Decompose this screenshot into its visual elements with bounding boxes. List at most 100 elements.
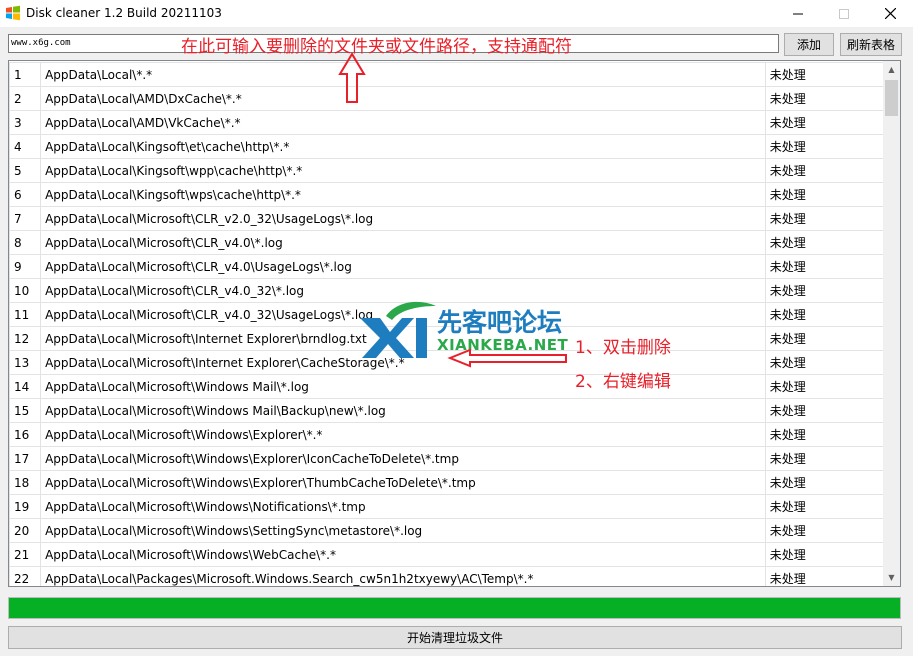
table-cell-path[interactable]: AppData\Local\*.* — [40, 62, 766, 87]
table-cell-path[interactable]: AppData\Local\Microsoft\CLR_v4.0\UsageLo… — [40, 254, 766, 279]
table-cell-path[interactable]: AppData\Local\AMD\VkCache\*.* — [40, 110, 766, 135]
table-cell-status[interactable]: 未处理 — [764, 518, 886, 543]
table-row[interactable]: 4 AppData\Local\Kingsoft\et\cache\http\*.… — [9, 134, 886, 159]
table-cell-index[interactable]: 20 — [9, 518, 42, 543]
table-cell-status[interactable]: 未处理 — [764, 374, 886, 399]
table-row[interactable]: 10 AppData\Local\Microsoft\CLR_v4.0_32\*.… — [9, 278, 886, 303]
table-cell-index[interactable]: 8 — [9, 230, 42, 255]
table-cell-status[interactable]: 未处理 — [764, 446, 886, 471]
table-cell-status[interactable]: 未处理 — [764, 254, 886, 279]
table-cell-index[interactable]: 19 — [9, 494, 42, 519]
table-cell-index[interactable]: 2 — [9, 86, 42, 111]
table-cell-index[interactable]: 21 — [9, 542, 42, 567]
table-row[interactable]: 9 AppData\Local\Microsoft\CLR_v4.0\UsageL… — [9, 254, 886, 279]
table-cell-index[interactable]: 18 — [9, 470, 42, 495]
maximize-icon — [839, 8, 849, 19]
table-row[interactable]: 21 AppData\Local\Microsoft\Windows\WebCac… — [9, 542, 886, 567]
table-row[interactable]: 3 AppData\Local\AMD\VkCache\*.* 未处理 — [9, 110, 886, 135]
table-cell-status[interactable]: 未处理 — [764, 182, 886, 207]
table-cell-status[interactable]: 未处理 — [764, 62, 886, 87]
windows-logo-icon — [6, 5, 20, 21]
scroll-up-icon[interactable]: ▲ — [883, 61, 900, 78]
table-cell-index[interactable]: 12 — [9, 326, 42, 351]
input-hint-annotation: 在此可输入要删除的文件夹或文件路径，支持通配符 — [181, 37, 572, 57]
table-cell-status[interactable]: 未处理 — [764, 158, 886, 183]
table-cell-status[interactable]: 未处理 — [764, 398, 886, 423]
table-cell-path[interactable]: AppData\Local\Microsoft\Windows\SettingS… — [40, 518, 766, 543]
table-cell-path[interactable]: AppData\Local\Microsoft\Windows\Explorer… — [40, 446, 766, 471]
scroll-down-icon[interactable]: ▼ — [883, 569, 900, 586]
table-cell-index[interactable]: 3 — [9, 110, 42, 135]
table-cell-index[interactable]: 6 — [9, 182, 42, 207]
table-cell-index[interactable]: 11 — [9, 302, 42, 327]
table-cell-status[interactable]: 未处理 — [764, 134, 886, 159]
tip-double-click-annotation: 1、双击删除 — [575, 338, 671, 358]
table-row[interactable]: 15 AppData\Local\Microsoft\Windows Mail\B… — [9, 398, 886, 423]
progress-bar — [8, 597, 901, 619]
maximize-button[interactable] — [821, 0, 867, 27]
table-row[interactable]: 2 AppData\Local\AMD\DxCache\*.* 未处理 — [9, 86, 886, 111]
add-button[interactable]: 添加 — [784, 33, 834, 56]
table-cell-path[interactable]: AppData\Local\Microsoft\CLR_v4.0_32\*.lo… — [40, 278, 766, 303]
table-cell-index[interactable]: 13 — [9, 350, 42, 375]
table-cell-status[interactable]: 未处理 — [764, 494, 886, 519]
table-row[interactable]: 13 AppData\Local\Microsoft\Internet Explo… — [9, 350, 886, 375]
table-cell-path[interactable]: AppData\Local\Packages\Microsoft.Windows… — [40, 566, 766, 586]
refresh-table-button[interactable]: 刷新表格 — [840, 33, 902, 56]
table-cell-status[interactable]: 未处理 — [764, 302, 886, 327]
table-cell-index[interactable]: 16 — [9, 422, 42, 447]
table-cell-index[interactable]: 14 — [9, 374, 42, 399]
table-row[interactable]: 5 AppData\Local\Kingsoft\wpp\cache\http\*… — [9, 158, 886, 183]
vertical-scrollbar[interactable]: ▲ ▼ — [883, 61, 900, 586]
table-cell-index[interactable]: 17 — [9, 446, 42, 471]
minimize-icon — [793, 13, 803, 14]
table-cell-index[interactable]: 5 — [9, 158, 42, 183]
table-row[interactable]: 20 AppData\Local\Microsoft\Windows\Settin… — [9, 518, 886, 543]
table-row[interactable]: 18 AppData\Local\Microsoft\Windows\Explor… — [9, 470, 886, 495]
table-cell-status[interactable]: 未处理 — [764, 542, 886, 567]
table-row[interactable]: 6 AppData\Local\Kingsoft\wps\cache\http\*… — [9, 182, 886, 207]
table-cell-status[interactable]: 未处理 — [764, 86, 886, 111]
table-cell-index[interactable]: 1 — [9, 62, 42, 87]
table-cell-path[interactable]: AppData\Local\Microsoft\Windows\Explorer… — [40, 422, 766, 447]
table-row[interactable]: 19 AppData\Local\Microsoft\Windows\Notifi… — [9, 494, 886, 519]
minimize-button[interactable] — [775, 0, 821, 27]
table-cell-status[interactable]: 未处理 — [764, 350, 886, 375]
window-title: Disk cleaner 1.2 Build 20211103 — [26, 6, 222, 20]
table-cell-path[interactable]: AppData\Local\Microsoft\Windows Mail\Bac… — [40, 398, 766, 423]
scroll-thumb[interactable] — [885, 80, 898, 116]
table-row[interactable]: 1 AppData\Local\*.* 未处理 — [9, 62, 886, 87]
table-cell-status[interactable]: 未处理 — [764, 326, 886, 351]
table-cell-path[interactable]: AppData\Local\Kingsoft\wpp\cache\http\*.… — [40, 158, 766, 183]
table-cell-path[interactable]: AppData\Local\Kingsoft\et\cache\http\*.* — [40, 134, 766, 159]
table-row[interactable]: 17 AppData\Local\Microsoft\Windows\Explor… — [9, 446, 886, 471]
table-row[interactable]: 8 AppData\Local\Microsoft\CLR_v4.0\*.log 未… — [9, 230, 886, 255]
table-cell-status[interactable]: 未处理 — [764, 566, 886, 586]
table-cell-path[interactable]: AppData\Local\Microsoft\Windows\WebCache… — [40, 542, 766, 567]
table-cell-index[interactable]: 4 — [9, 134, 42, 159]
table-cell-path[interactable]: AppData\Local\Microsoft\Windows\Explorer… — [40, 470, 766, 495]
close-button[interactable] — [867, 0, 913, 27]
table-cell-path[interactable]: AppData\Local\Microsoft\CLR_v4.0\*.log — [40, 230, 766, 255]
table-cell-index[interactable]: 10 — [9, 278, 42, 303]
table-cell-status[interactable]: 未处理 — [764, 278, 886, 303]
table-cell-status[interactable]: 未处理 — [764, 230, 886, 255]
table-row[interactable]: 7 AppData\Local\Microsoft\CLR_v2.0_32\Usa… — [9, 206, 886, 231]
table-cell-status[interactable]: 未处理 — [764, 422, 886, 447]
table-cell-path[interactable]: AppData\Local\Microsoft\CLR_v2.0_32\Usag… — [40, 206, 766, 231]
table-cell-path[interactable]: AppData\Local\Microsoft\Windows\Notifica… — [40, 494, 766, 519]
table-cell-index[interactable]: 7 — [9, 206, 42, 231]
table-row[interactable]: 14 AppData\Local\Microsoft\Windows Mail\*… — [9, 374, 886, 399]
table-row[interactable]: 16 AppData\Local\Microsoft\Windows\Explor… — [9, 422, 886, 447]
table-cell-status[interactable]: 未处理 — [764, 110, 886, 135]
table-cell-index[interactable]: 9 — [9, 254, 42, 279]
table-cell-index[interactable]: 15 — [9, 398, 42, 423]
table-cell-path[interactable]: AppData\Local\Kingsoft\wps\cache\http\*.… — [40, 182, 766, 207]
table-cell-index[interactable]: 22 — [9, 566, 42, 586]
table-cell-path[interactable]: AppData\Local\AMD\DxCache\*.* — [40, 86, 766, 111]
table-cell-status[interactable]: 未处理 — [764, 206, 886, 231]
table-cell-status[interactable]: 未处理 — [764, 470, 886, 495]
table-row[interactable]: 22 AppData\Local\Packages\Microsoft.Windo… — [9, 566, 886, 586]
start-clean-button[interactable]: 开始清理垃圾文件 — [8, 626, 902, 649]
tip-right-click-annotation: 2、右键编辑 — [575, 372, 671, 392]
